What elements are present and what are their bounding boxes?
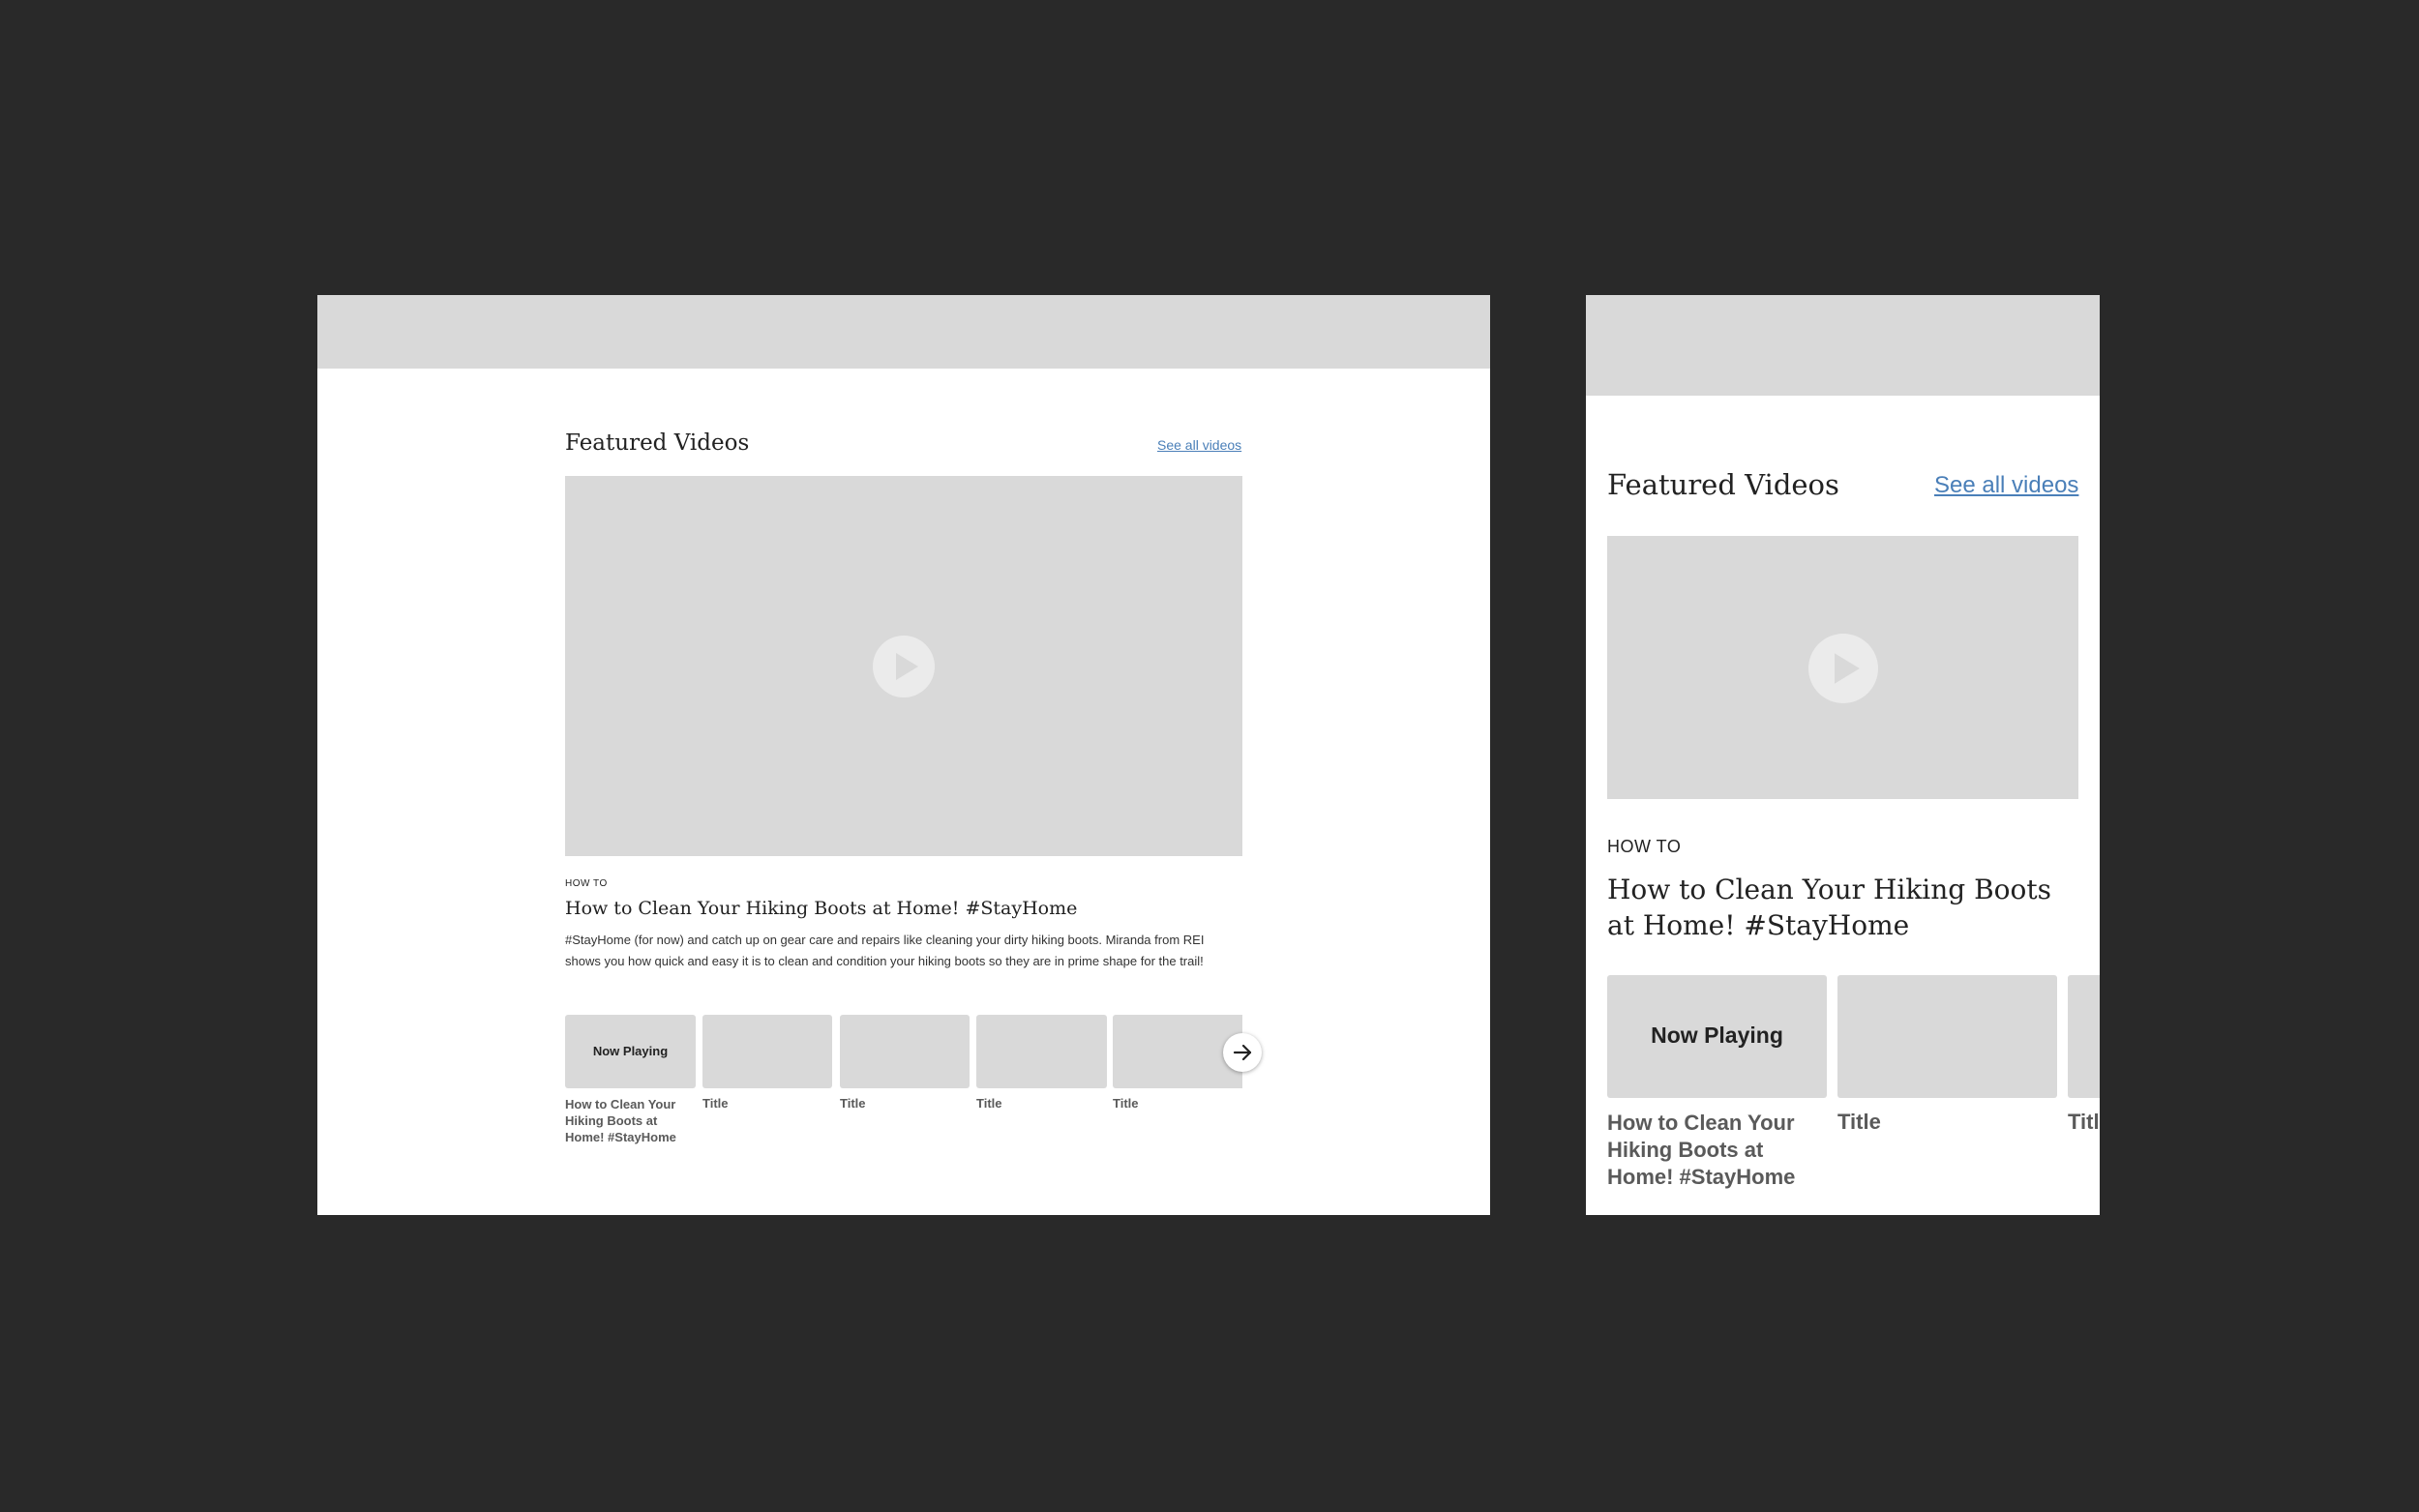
thumbnail-caption: How to Clean Your Hiking Boots at Home! … bbox=[565, 1097, 676, 1144]
section-heading: Featured Videos bbox=[1607, 468, 1839, 501]
arrow-right-icon bbox=[1233, 1044, 1252, 1061]
now-playing-label: Now Playing bbox=[1651, 1023, 1783, 1048]
thumbnail-2[interactable] bbox=[702, 1015, 832, 1088]
section-heading: Featured Videos bbox=[565, 430, 750, 456]
header-placeholder bbox=[1586, 295, 2100, 396]
thumbnail-caption: Title bbox=[702, 1096, 729, 1111]
thumbnail-now-playing[interactable]: Now Playing bbox=[565, 1015, 696, 1088]
video-description: #StayHome (for now) and catch up on gear… bbox=[565, 933, 1205, 968]
thumbnail-3[interactable] bbox=[840, 1015, 970, 1088]
category-label: HOW TO bbox=[1607, 837, 1682, 856]
now-playing-label: Now Playing bbox=[592, 1044, 669, 1058]
thumbnail-4[interactable] bbox=[976, 1015, 1107, 1088]
see-all-videos-link[interactable]: See all videos bbox=[1157, 437, 1241, 453]
play-icon[interactable] bbox=[873, 636, 935, 697]
thumbnail-caption: Title bbox=[1837, 1110, 1881, 1134]
thumbnail-2[interactable] bbox=[1837, 975, 2057, 1098]
thumbnail-caption: Title bbox=[1113, 1096, 1139, 1111]
thumbnail-now-playing[interactable]: Now Playing bbox=[1607, 975, 1827, 1098]
carousel-next-button[interactable] bbox=[1223, 1033, 1262, 1072]
play-icon[interactable] bbox=[1808, 634, 1878, 703]
video-title: How to Clean Your Hiking Boots at Home! … bbox=[1607, 874, 2052, 941]
thumbnail-caption: Title bbox=[2068, 1110, 2100, 1134]
category-label: HOW TO bbox=[565, 878, 608, 889]
thumbnail-caption: Title bbox=[840, 1096, 866, 1111]
thumbnail-caption: How to Clean Your Hiking Boots at Home! … bbox=[1607, 1111, 1796, 1189]
thumbnail-3[interactable] bbox=[2068, 975, 2100, 1098]
video-title: How to Clean Your Hiking Boots at Home! … bbox=[565, 898, 1078, 919]
desktop-frame: Featured Videos See all videos HOW TO Ho… bbox=[317, 295, 1490, 1215]
video-player[interactable] bbox=[565, 476, 1242, 856]
thumbnail-carousel: Now Playing How to Clean Your Hiking Boo… bbox=[565, 1015, 1242, 1150]
mobile-frame: Featured Videos See all videos HOW TO Ho… bbox=[1586, 295, 2100, 1215]
thumbnail-caption: Title bbox=[976, 1096, 1002, 1111]
video-player[interactable] bbox=[1607, 536, 2078, 799]
see-all-videos-link[interactable]: See all videos bbox=[1934, 472, 2078, 499]
header-placeholder bbox=[317, 295, 1490, 369]
